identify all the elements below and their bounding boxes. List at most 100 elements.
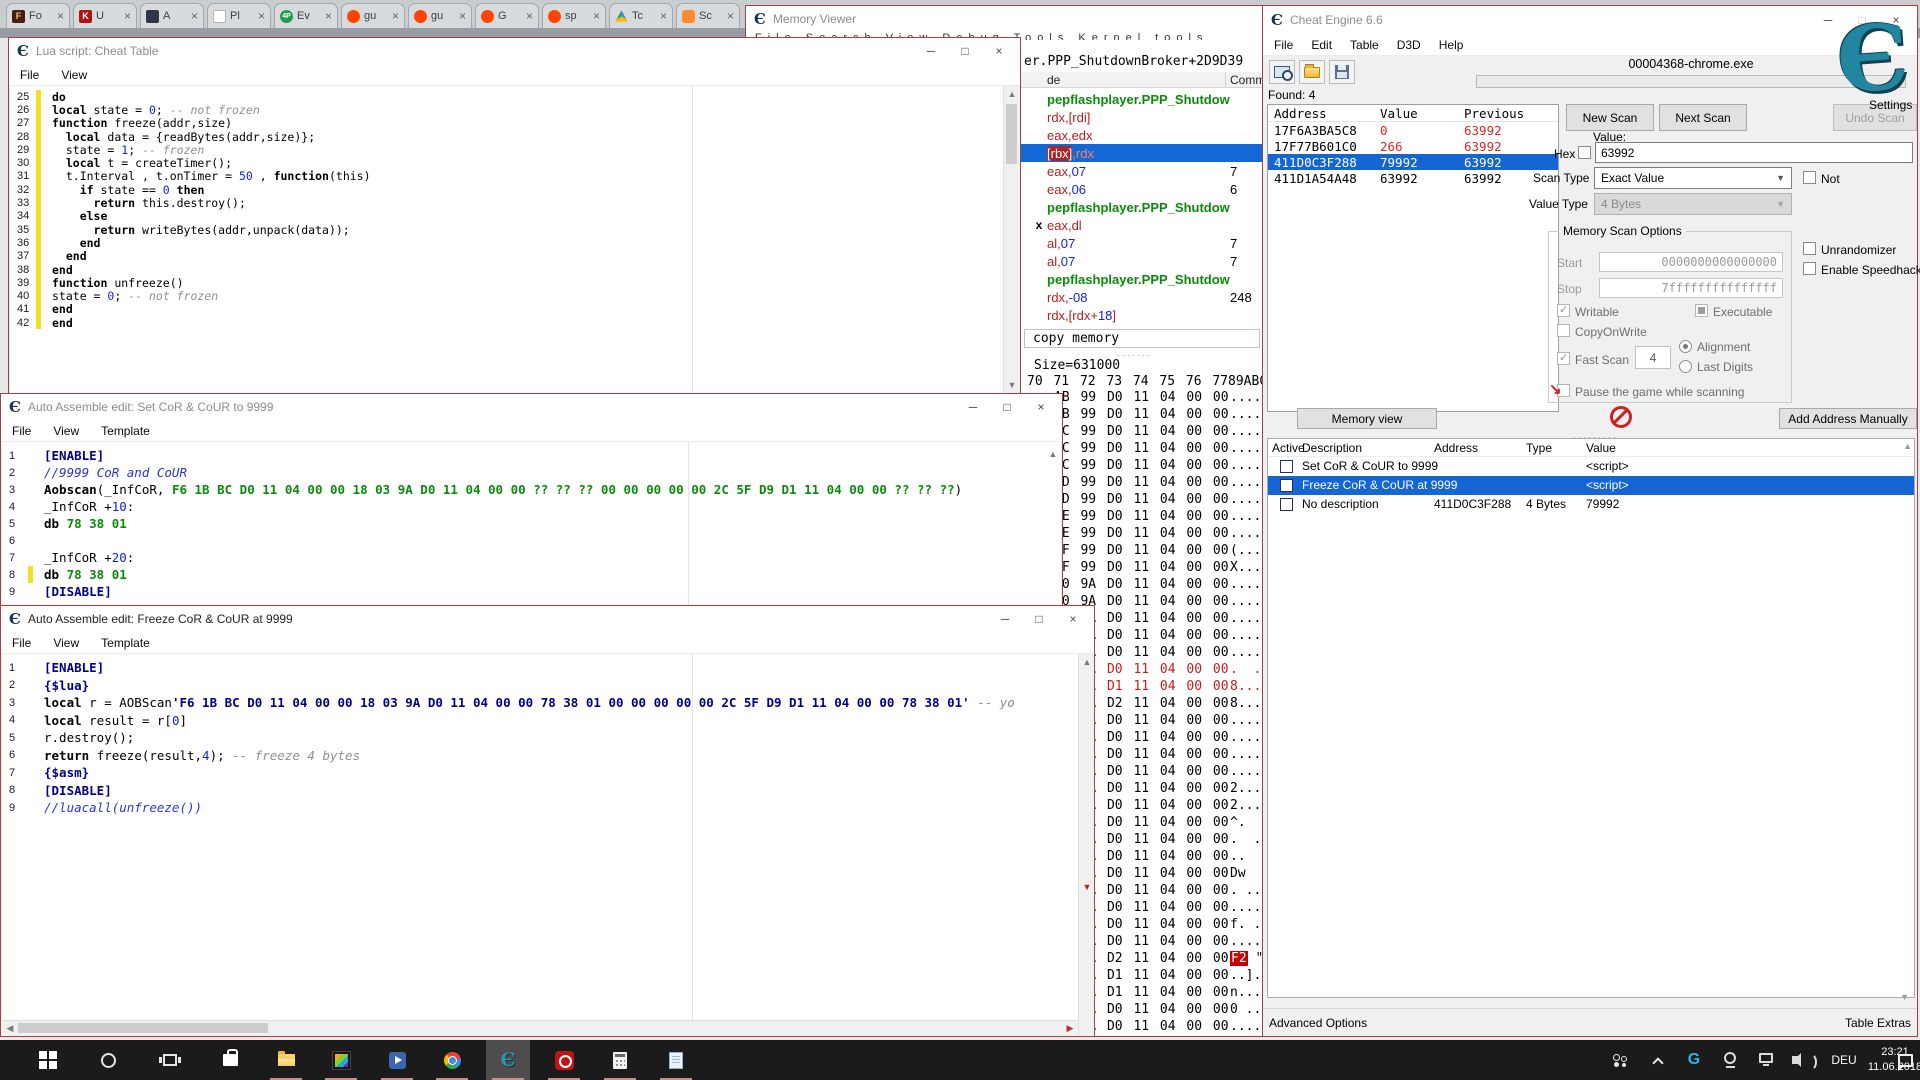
chevron-down-icon[interactable]: ▼ [1900,992,1909,1002]
code-line[interactable]: 42end [10,316,1019,329]
col-address[interactable]: Address [1434,441,1478,455]
code-line[interactable]: 31 t.Interval , t.onTimer = 50 , functio… [10,170,1019,183]
unrandomizer-checkbox[interactable] [1803,242,1816,255]
code-line[interactable]: 28 local data = {readBytes(addr,size)}; [10,130,1019,143]
browser-tab[interactable]: Sc× [676,3,740,28]
menu-table[interactable]: Table [1350,38,1379,52]
close-icon[interactable]: × [982,40,1016,62]
browser-tab[interactable]: FFo× [6,3,70,28]
taskbar-explorer-button[interactable] [264,1040,308,1080]
tab-close-icon[interactable]: × [124,9,131,23]
col-description[interactable]: Description [1302,441,1362,455]
language-indicator[interactable]: DEU [1826,1040,1862,1080]
tray-network-button[interactable] [1750,1040,1782,1080]
aa-set-editor[interactable]: 1[ENABLE]2//9999 CoR and CoUR3Aobscan(_I… [2,442,1061,607]
code-line[interactable]: 40state = 0; -- not frozen [10,289,1019,302]
scroll-mark-icon[interactable]: ▼ [1079,879,1093,895]
code-line[interactable]: 3Aobscan(_InfCoR, F6 1B BC D0 11 04 00 0… [2,481,1061,498]
code-line[interactable]: 5r.destroy(); [2,729,1093,747]
code-line[interactable]: 26local state = 0; -- not frozen [10,103,1019,116]
browser-tab[interactable]: A× [140,3,204,28]
tab-close-icon[interactable]: × [459,9,466,23]
menu-d3d[interactable]: D3D [1397,38,1421,52]
scroll-up-icon[interactable]: ▲ [1004,86,1019,102]
col-previous[interactable]: Previous [1464,106,1560,121]
code-line[interactable]: 6return freeze(result,4); -- freeze 4 by… [2,747,1093,765]
taskbar-potplayer-button[interactable] [375,1040,419,1080]
code-line[interactable]: 36 end [10,236,1019,249]
menu-view[interactable]: View [61,68,87,82]
close-icon[interactable]: × [1056,608,1090,630]
value-input[interactable]: 63992 [1595,142,1913,163]
ce-titlebar[interactable]: Є Cheat Engine 6.6 ─ □ × [1263,6,1917,34]
tray-chevron-up-button[interactable] [1642,1040,1674,1080]
maximize-icon[interactable]: □ [948,40,982,62]
open-table-button[interactable] [1299,60,1325,84]
address-list-row[interactable]: No description411D0C3F2884 Bytes79992 [1268,495,1914,514]
code-line[interactable]: 7_InfCoR +20: [2,549,1061,566]
code-line[interactable]: 8[DISABLE] [2,782,1093,800]
active-checkbox[interactable] [1280,498,1293,511]
aa-freeze-editor[interactable]: 1[ENABLE]2{$lua}3local r = AOBScan'F6 1B… [2,654,1093,1035]
menu-file[interactable]: File [20,68,39,82]
save-table-button[interactable] [1329,60,1355,84]
menu-file[interactable]: File [1274,38,1293,52]
code-line[interactable]: 1[ENABLE] [2,447,1061,464]
browser-tab[interactable]: gu× [408,3,472,28]
scroll-up-icon[interactable]: ▲ [1079,654,1093,670]
tab-close-icon[interactable]: × [727,9,734,23]
taskbar-chrome-button[interactable] [430,1040,474,1080]
code-line[interactable]: 29 state = 1; -- frozen [10,143,1019,156]
code-line[interactable]: 4local result = r[0] [2,712,1093,730]
browser-tab[interactable]: KU× [73,3,137,28]
menu-template[interactable]: Template [101,636,150,650]
scan-result-row[interactable]: 411D0C3F2887999263992 [1268,154,1558,170]
taskbar-store-button[interactable] [208,1040,252,1080]
col-type[interactable]: Type [1526,441,1552,455]
taskbar-media-classic-button[interactable] [319,1040,363,1080]
code-line[interactable]: 34 else [10,210,1019,223]
taskbar-cheat-engine-button[interactable]: Є [486,1040,530,1080]
col-value[interactable]: Value [1380,106,1464,121]
minimize-icon[interactable]: ─ [956,396,990,418]
aa-set-titlebar[interactable]: Є Auto Assemble edit: Set CoR & CoUR to … [1,394,1062,420]
minimize-icon[interactable]: ─ [914,40,948,62]
col-value[interactable]: Value [1586,441,1616,455]
code-line[interactable]: 41end [10,303,1019,316]
code-line[interactable]: 27function freeze(addr,size) [10,117,1019,130]
browser-tab[interactable]: sp× [542,3,606,28]
menu-file[interactable]: File [12,636,31,650]
splitter-handle[interactable]: ······· [1117,350,1152,360]
taskbar-calculator-button[interactable] [598,1040,642,1080]
code-line[interactable]: 6 [2,532,1061,549]
aa-freeze-titlebar[interactable]: Є Auto Assemble edit: Freeze CoR & CoUR … [1,606,1094,632]
active-checkbox[interactable] [1280,479,1293,492]
menu-template[interactable]: Template [101,424,150,438]
tray-webcam-button[interactable] [1714,1040,1746,1080]
menu-view[interactable]: View [53,424,79,438]
scroll-up-icon[interactable]: ▲ [1903,441,1912,451]
tab-close-icon[interactable]: × [660,9,667,23]
tray-logitech-button[interactable]: G [1678,1040,1710,1080]
no-entry-icon[interactable] [1610,406,1632,428]
taskbar-recorder-button[interactable] [542,1040,586,1080]
scroll-down-icon[interactable]: ▼ [1004,377,1019,393]
scan-result-row[interactable]: 411D1A54A486399263992 [1268,170,1558,186]
stop-input[interactable]: 7fffffffffffffff [1599,278,1783,298]
code-line[interactable]: 39function unfreeze() [10,276,1019,289]
code-line[interactable]: 37 end [10,250,1019,263]
col-active[interactable]: Active [1272,441,1305,455]
select-process-button[interactable] [1269,60,1295,84]
settings-link[interactable]: Settings [1869,98,1912,112]
code-line[interactable]: 8db 78 38 01 [2,566,1061,583]
menu-help[interactable]: Help [1439,38,1464,52]
not-checkbox[interactable] [1803,171,1816,184]
scroll-thumb[interactable] [1006,104,1017,164]
breakpoint-marker[interactable]: x [1031,218,1047,232]
last-digits-radio[interactable] [1679,360,1692,373]
code-line[interactable]: 3local r = AOBScan'F6 1B BC D0 11 04 00 … [2,694,1093,712]
tab-close-icon[interactable]: × [57,9,64,23]
new-scan-button[interactable]: New Scan [1566,104,1654,131]
add-address-manually-button[interactable]: Add Address Manually [1779,408,1917,429]
tab-close-icon[interactable]: × [258,9,265,23]
